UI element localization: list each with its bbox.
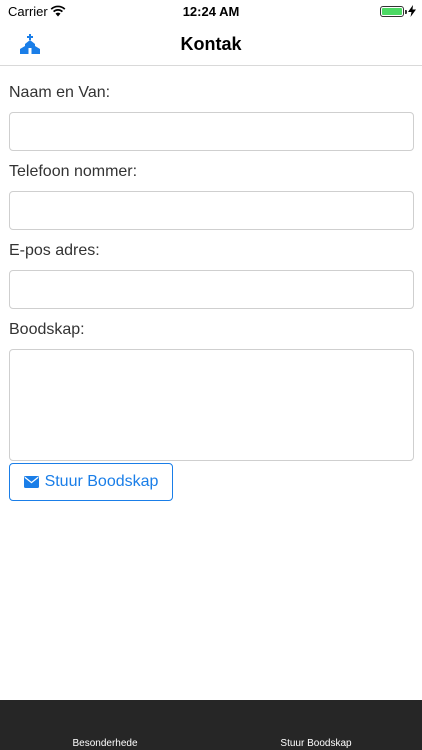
name-input[interactable] bbox=[9, 112, 414, 151]
email-input[interactable] bbox=[9, 270, 414, 309]
send-message-button[interactable]: Stuur Boodskap bbox=[9, 463, 173, 501]
nav-bar: Kontak bbox=[0, 22, 422, 66]
send-message-label: Stuur Boodskap bbox=[44, 473, 159, 490]
message-textarea[interactable] bbox=[9, 349, 414, 461]
message-label: Boodskap: bbox=[9, 321, 85, 338]
phone-label: Telefoon nommer: bbox=[9, 163, 138, 180]
tab-besonderhede[interactable]: Besonderhede bbox=[30, 738, 180, 749]
status-bar: Carrier 12:24 AM bbox=[0, 0, 422, 22]
page-title: Kontak bbox=[180, 34, 242, 54]
battery-icon bbox=[380, 6, 407, 17]
envelope-icon bbox=[23, 476, 39, 488]
tab-stuur-boodskap[interactable]: Stuur Boodskap bbox=[241, 738, 391, 749]
charging-bolt-icon bbox=[408, 5, 416, 17]
phone-input[interactable] bbox=[9, 191, 414, 230]
tab-bar: Besonderhede Stuur Boodskap bbox=[0, 700, 422, 750]
contact-form: Naam en Van: Telefoon nommer: E-pos adre… bbox=[9, 82, 414, 461]
status-time: 12:24 AM bbox=[182, 4, 240, 19]
email-label: E-pos adres: bbox=[9, 242, 100, 259]
name-label: Naam en Van: bbox=[9, 84, 111, 101]
